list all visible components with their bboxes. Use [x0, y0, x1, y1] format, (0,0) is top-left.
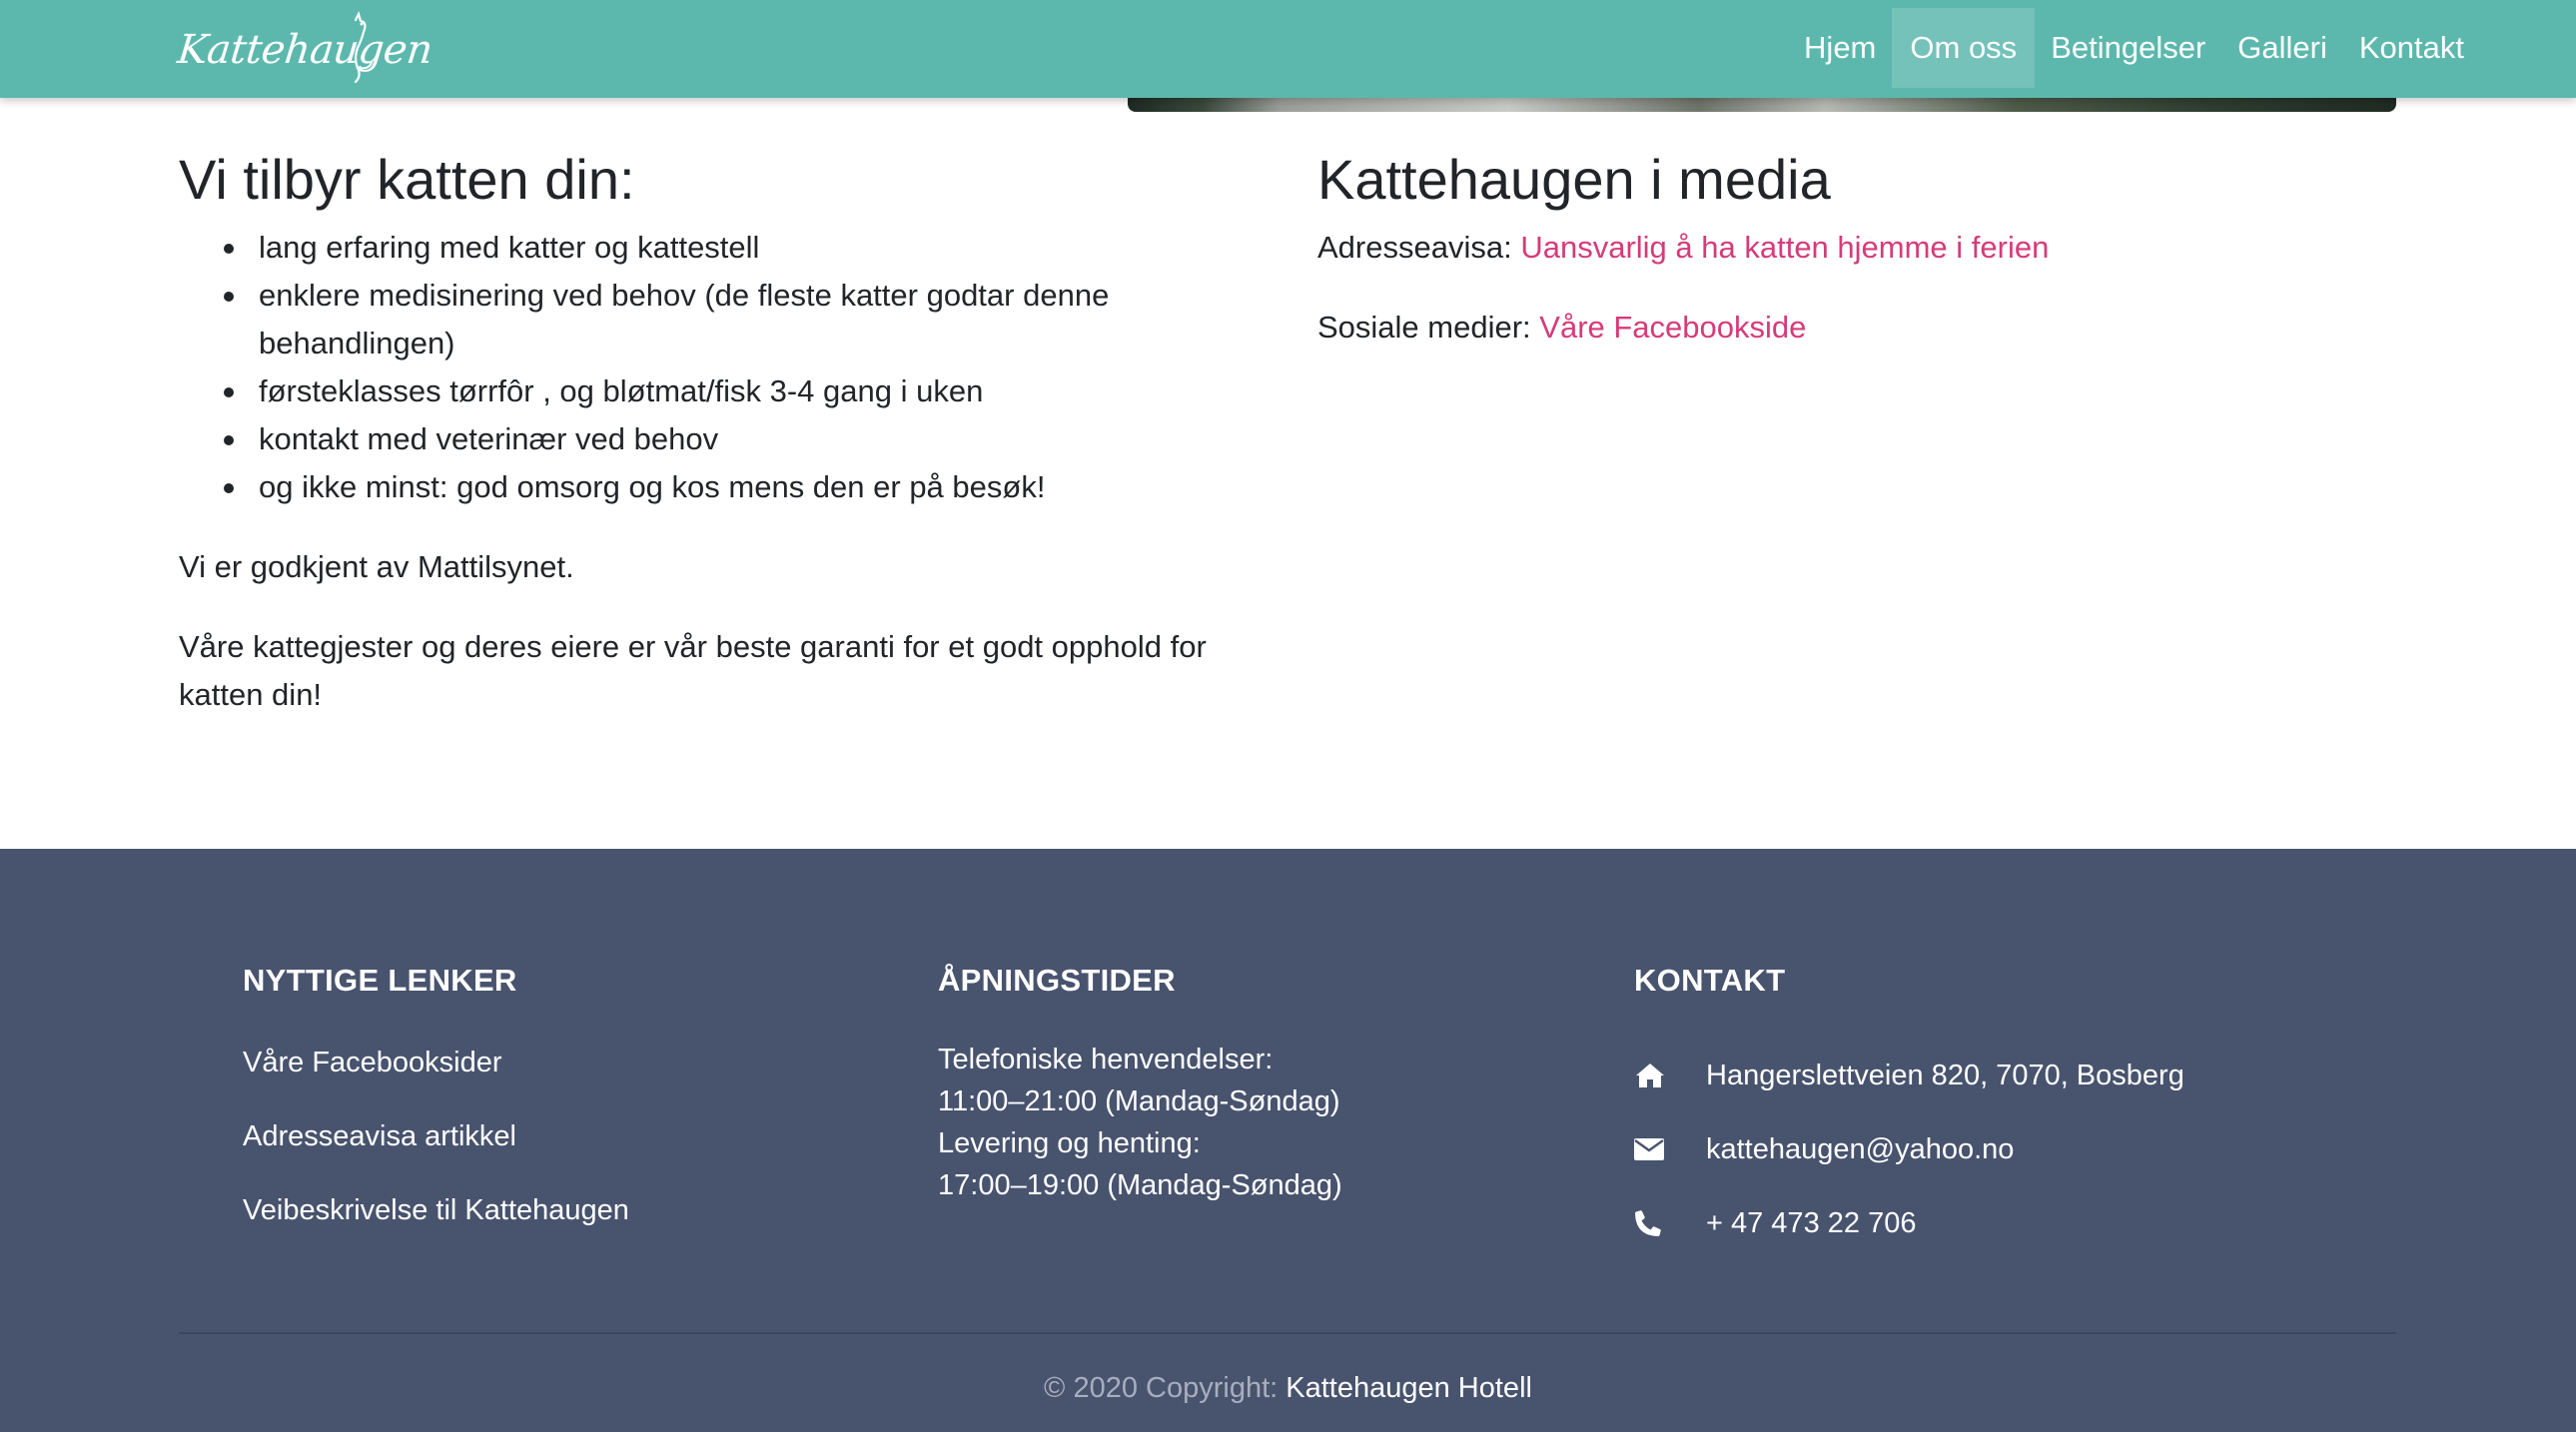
footer: NYTTIGE LENKER Våre Facebooksider Adress… — [0, 849, 2576, 1432]
brand-logo[interactable]: Kattehaugen — [176, 10, 434, 90]
social-line: Sosiale medier: Våre Facebookside — [1317, 304, 2396, 352]
contact-column: KONTAKT Hangerslettveien 820, 7070, Bosb… — [1634, 961, 2184, 1260]
footer-link-article[interactable]: Adresseavisa artikkel — [243, 1114, 629, 1188]
navbar: Kattehaugen Hjem Om oss Betingelser Gall… — [0, 0, 2576, 98]
footer-link-facebook[interactable]: Våre Facebooksider — [243, 1041, 629, 1114]
guarantee-text: Våre kattegjester og deres eiere er vår … — [179, 629, 1207, 712]
offer-section: Vi tilbyr katten din: lang erfaring med … — [179, 140, 1238, 719]
list-item: og ikke minst: god omsorg og kos mens de… — [224, 463, 1238, 511]
list-item: førsteklasses tørrfôr , og bløtmat/fisk … — [224, 367, 1238, 415]
copyright-text: © 2020 Copyright: — [1044, 1372, 1279, 1404]
copyright: © 2020 Copyright: Kattehaugen Hotell — [0, 1368, 2576, 1408]
offer-list: lang erfaring med katter og kattestell e… — [224, 224, 1238, 511]
newspaper-line: Adresseavisa: Uansvarlig å ha katten hje… — [1317, 224, 2396, 272]
opening-hours-column: ÅPNINGSTIDER Telefoniske henvendelser: 1… — [938, 961, 1342, 1206]
contact-phone: + 47 473 22 706 — [1634, 1186, 2184, 1260]
nav-link-hjem[interactable]: Hjem — [1788, 8, 1892, 88]
contact-email: kattehaugen@yahoo.no — [1634, 1112, 2184, 1186]
list-item: enklere medisinering ved behov (de flest… — [224, 272, 1238, 367]
nav-link-om-oss[interactable]: Om oss — [1892, 8, 2036, 88]
social-label: Sosiale medier: — [1317, 310, 1531, 345]
email-text[interactable]: kattehaugen@yahoo.no — [1706, 1133, 2014, 1166]
useful-links-heading: NYTTIGE LENKER — [243, 963, 517, 998]
phone-text[interactable]: + 47 473 22 706 — [1706, 1207, 1916, 1240]
cat-silhouette-icon — [354, 10, 373, 84]
newspaper-label: Adresseavisa: — [1317, 230, 1512, 265]
contact-address: Hangerslettveien 820, 7070, Bosberg — [1634, 1039, 2184, 1112]
copyright-brand-link[interactable]: Kattehaugen Hotell — [1286, 1372, 1532, 1404]
contact-heading: KONTAKT — [1634, 963, 1786, 998]
opening-hours-heading: ÅPNINGSTIDER — [938, 963, 1176, 998]
footer-divider — [179, 1332, 2396, 1334]
nav-link-betingelser[interactable]: Betingelser — [2035, 8, 2221, 88]
hours-line: Levering og henting: — [938, 1127, 1201, 1159]
home-icon — [1634, 1056, 1706, 1095]
hours-line: Telefoniske henvendelser: — [938, 1044, 1274, 1075]
nav-link-galleri[interactable]: Galleri — [2221, 8, 2343, 88]
useful-links-column: NYTTIGE LENKER Våre Facebooksider Adress… — [243, 961, 629, 1262]
hours-line: 11:00–21:00 (Mandag-Søndag) — [938, 1085, 1340, 1117]
list-item: kontakt med veterinær ved behov — [224, 415, 1238, 463]
brand-name: Kattehaugen — [175, 27, 434, 73]
media-title: Kattehaugen i media — [1317, 148, 1831, 211]
phone-icon — [1634, 1203, 1706, 1243]
nav-menu: Hjem Om oss Betingelser Galleri Kontakt — [1788, 8, 2480, 88]
address-text: Hangerslettveien 820, 7070, Bosberg — [1706, 1059, 2184, 1091]
media-section: Kattehaugen i media Adresseavisa: Uansva… — [1317, 140, 2396, 352]
hours-line: 17:00–19:00 (Mandag-Søndag) — [938, 1169, 1342, 1201]
offer-title: Vi tilbyr katten din: — [179, 148, 635, 211]
list-item: lang erfaring med katter og kattestell — [224, 224, 1238, 272]
nav-link-kontakt[interactable]: Kontakt — [2343, 8, 2480, 88]
footer-link-directions[interactable]: Veibeskrivelse til Kattehaugen — [243, 1188, 629, 1262]
approval-text: Vi er godkjent av Mattilsynet. — [179, 549, 574, 584]
newspaper-article-link[interactable]: Uansvarlig å ha katten hjemme i ferien — [1520, 230, 2049, 265]
envelope-icon — [1634, 1129, 1706, 1169]
facebook-link[interactable]: Våre Facebookside — [1539, 310, 1806, 345]
